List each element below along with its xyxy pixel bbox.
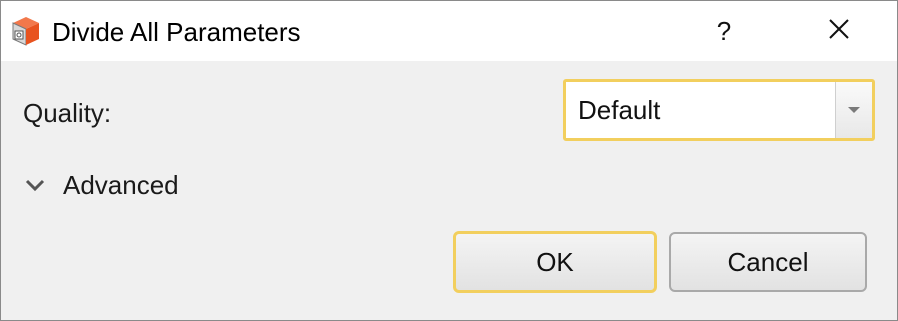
help-button[interactable]: ? bbox=[689, 1, 759, 61]
dropdown-arrow-button[interactable] bbox=[835, 82, 872, 138]
quality-label: Quality: bbox=[23, 98, 112, 128]
chevron-down-icon bbox=[847, 101, 861, 119]
close-icon bbox=[828, 18, 850, 45]
title-bar[interactable]: Divide All Parameters ? bbox=[1, 1, 897, 61]
chevron-down-icon bbox=[23, 173, 47, 197]
dialog-content: Quality: Default Advanced OK Cancel bbox=[1, 61, 897, 320]
cancel-button[interactable]: Cancel bbox=[669, 232, 867, 292]
quality-dropdown[interactable]: Default bbox=[563, 79, 875, 141]
quality-dropdown-value: Default bbox=[578, 95, 661, 125]
ok-button[interactable]: OK bbox=[453, 231, 657, 293]
app-cube-icon bbox=[9, 14, 43, 48]
advanced-section-toggle[interactable]: Advanced bbox=[23, 167, 179, 203]
close-button[interactable] bbox=[793, 1, 885, 61]
dialog-window: Divide All Parameters ? Quality: Default bbox=[0, 0, 898, 321]
advanced-label: Advanced bbox=[63, 169, 179, 200]
window-title: Divide All Parameters bbox=[52, 17, 301, 47]
